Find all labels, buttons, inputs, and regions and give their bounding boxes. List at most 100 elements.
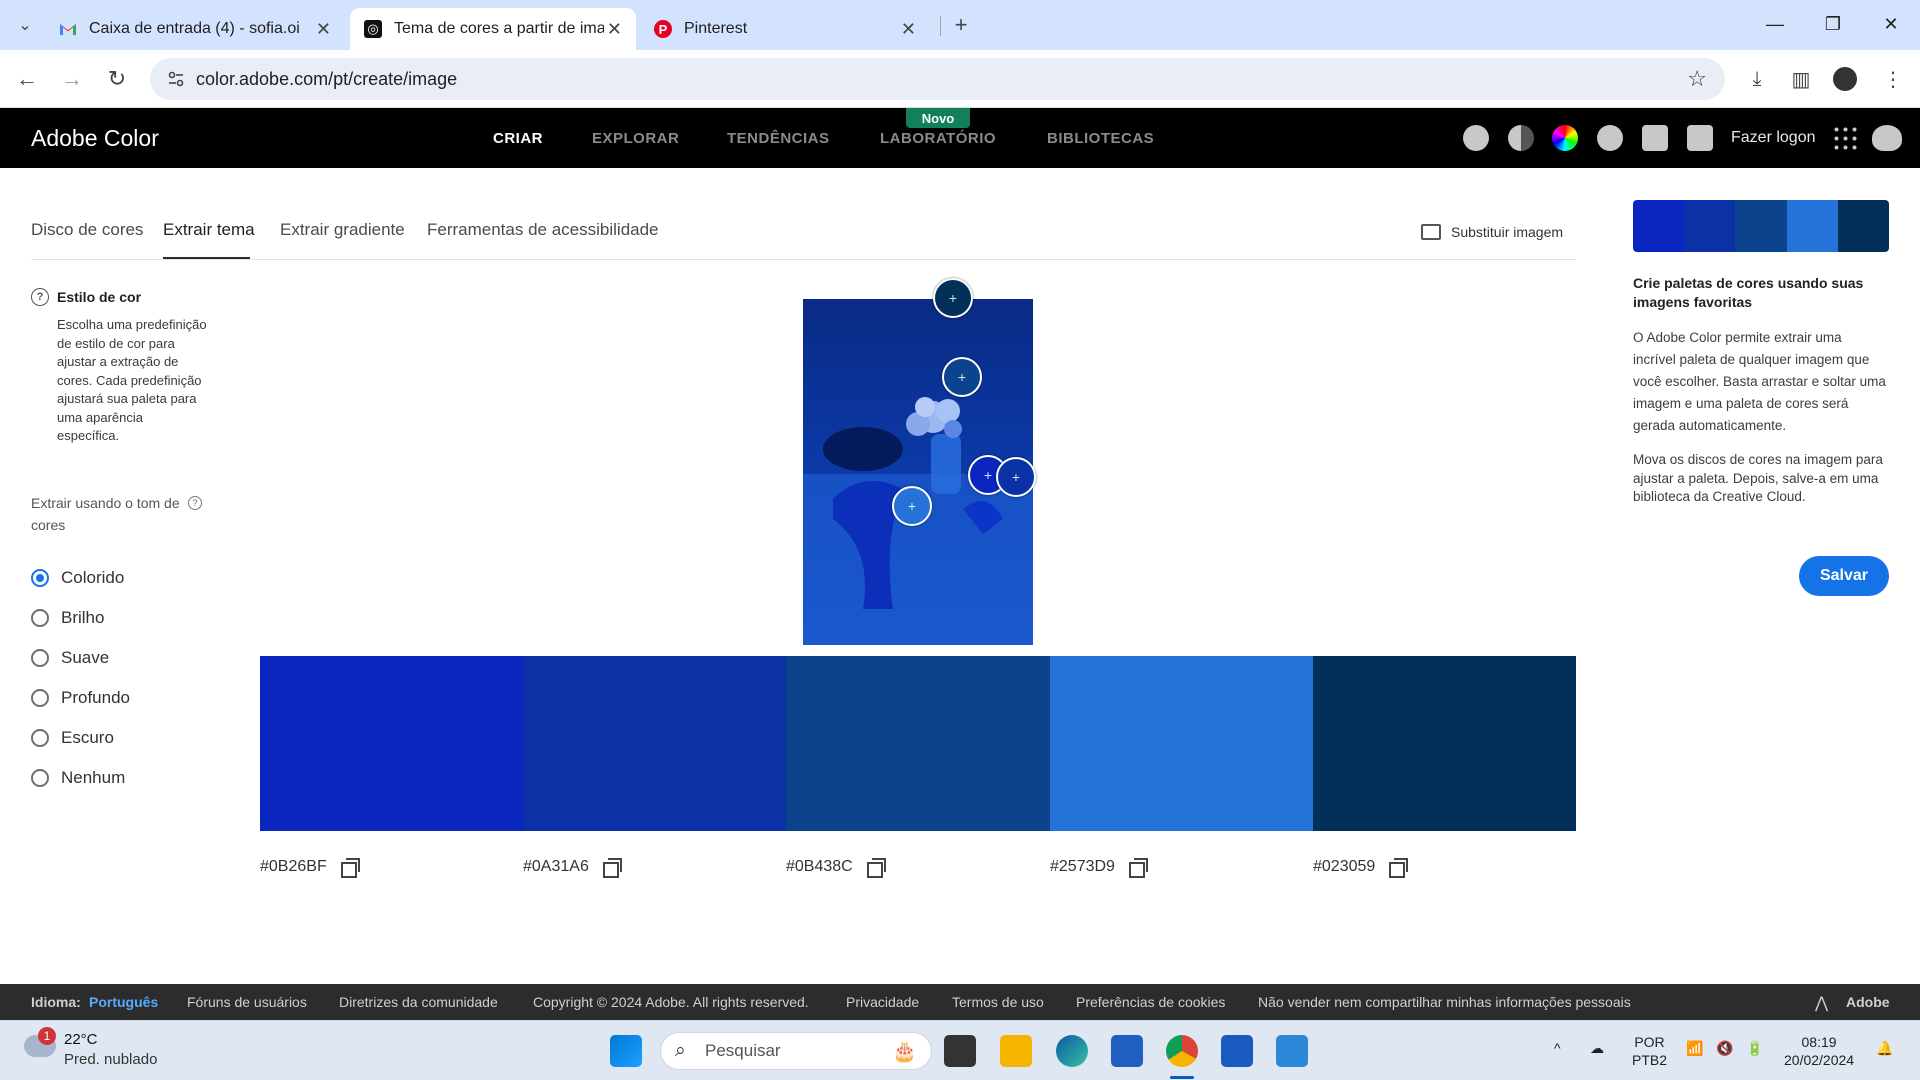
tab-extract-theme[interactable]: Extrair tema <box>163 220 255 240</box>
hex-value[interactable]: #023059 <box>1313 858 1375 876</box>
microsoft-store-icon[interactable] <box>1111 1035 1143 1067</box>
radio-icon[interactable] <box>31 689 49 707</box>
color-picker-disc[interactable]: + <box>942 357 982 397</box>
footer-link-guidelines[interactable]: Diretrizes da comunidade <box>339 994 498 1010</box>
copy-icon[interactable] <box>602 858 622 878</box>
brand-title[interactable]: Adobe Color <box>31 125 159 152</box>
taskbar-search[interactable]: ⌕ Pesquisar 🎂 <box>660 1032 932 1070</box>
wifi-icon[interactable]: 📶 <box>1686 1039 1703 1057</box>
adobe-footer-label[interactable]: Adobe <box>1846 994 1890 1010</box>
mood-option-brilho[interactable]: Brilho <box>31 598 130 638</box>
palette-swatch-5[interactable] <box>1313 656 1576 831</box>
dark-mode-toggle-icon[interactable] <box>1508 125 1534 151</box>
color-wheel-icon[interactable] <box>1552 125 1578 151</box>
footer-link-do-not-sell[interactable]: Não vender nem compartilhar minhas infor… <box>1258 994 1631 1010</box>
site-settings-icon[interactable] <box>166 69 186 89</box>
footer-link-forums[interactable]: Fóruns de usuários <box>187 994 307 1010</box>
hex-value[interactable]: #0B438C <box>786 858 853 876</box>
edge-browser-icon[interactable] <box>1056 1035 1088 1067</box>
radio-icon[interactable] <box>31 609 49 627</box>
copy-icon[interactable] <box>1389 858 1409 878</box>
show-hidden-icons-chevron-icon[interactable]: ^ <box>1554 1039 1561 1057</box>
close-tab-icon[interactable]: ✕ <box>607 19 622 40</box>
browser-menu-icon[interactable]: ⋮ <box>1878 64 1908 94</box>
nav-laboratorio[interactable]: LABORATÓRIO <box>880 130 996 147</box>
feedback-chat-icon[interactable] <box>1687 125 1713 151</box>
color-picker-disc[interactable]: + <box>892 486 932 526</box>
windows-start-icon[interactable] <box>610 1035 642 1067</box>
login-link[interactable]: Fazer logon <box>1731 129 1816 147</box>
file-explorer-icon[interactable] <box>1000 1035 1032 1067</box>
nav-bibliotecas[interactable]: BIBLIOTECAS <box>1047 130 1154 147</box>
restore-icon[interactable]: ❐ <box>1818 12 1848 36</box>
help-circle-icon[interactable]: ? <box>188 496 202 510</box>
nav-explorar[interactable]: EXPLORAR <box>592 130 679 147</box>
nav-tendencias[interactable]: TENDÊNCIAS <box>727 130 830 147</box>
tab-search-chevron-icon[interactable]: ⌄ <box>10 10 40 40</box>
mood-option-escuro[interactable]: Escuro <box>31 718 130 758</box>
onedrive-icon[interactable]: ☁ <box>1590 1039 1604 1057</box>
bookmark-star-icon[interactable]: ☆ <box>1687 66 1707 92</box>
help-icon[interactable] <box>1597 125 1623 151</box>
save-button[interactable]: Salvar <box>1799 556 1889 596</box>
url-field[interactable]: color.adobe.com/pt/create/image ☆ <box>150 58 1725 100</box>
radio-icon[interactable] <box>31 649 49 667</box>
radio-selected-icon[interactable] <box>31 569 49 587</box>
profile-avatar[interactable] <box>1830 64 1860 94</box>
language-selector[interactable]: Português <box>89 994 158 1010</box>
radio-icon[interactable] <box>31 769 49 787</box>
palette-swatch-2[interactable] <box>523 656 787 831</box>
new-tab-plus-icon[interactable]: + <box>946 10 976 40</box>
tab-accessibility-tools[interactable]: Ferramentas de acessibilidade <box>427 220 659 240</box>
tab-extract-gradient[interactable]: Extrair gradiente <box>280 220 405 240</box>
mood-option-profundo[interactable]: Profundo <box>31 678 130 718</box>
notification-bell-icon[interactable]: 🔔 <box>1876 1039 1893 1057</box>
weather-desc[interactable]: Pred. nublado <box>64 1051 157 1068</box>
mood-option-colorido[interactable]: Colorido <box>31 558 130 598</box>
close-window-icon[interactable]: ✕ <box>1876 12 1906 36</box>
hex-value[interactable]: #0A31A6 <box>523 858 589 876</box>
palette-swatch-4[interactable] <box>1050 656 1314 831</box>
battery-icon[interactable]: 🔋 <box>1746 1039 1763 1057</box>
download-icon[interactable]: ⤓ <box>1742 64 1772 94</box>
close-tab-icon[interactable]: ✕ <box>901 19 916 40</box>
tab-pinterest[interactable]: P Pinterest ✕ <box>640 8 930 50</box>
tab-gmail[interactable]: Caixa de entrada (4) - sofia.oish ✕ <box>45 8 345 50</box>
copy-icon[interactable] <box>340 858 360 878</box>
footer-link-cookies[interactable]: Preferências de cookies <box>1076 994 1225 1010</box>
palette-swatch-1[interactable] <box>260 656 524 831</box>
footer-link-terms[interactable]: Termos de uso <box>952 994 1044 1010</box>
palette-swatch-3[interactable] <box>786 656 1050 831</box>
reload-icon[interactable]: ↻ <box>102 64 132 94</box>
hex-value[interactable]: #0B26BF <box>260 858 327 876</box>
report-icon[interactable] <box>1642 125 1668 151</box>
nav-criar[interactable]: CRIAR <box>493 130 543 147</box>
color-picker-disc[interactable]: + <box>933 278 973 318</box>
copy-icon[interactable] <box>866 858 886 878</box>
replace-image-button[interactable]: Substituir imagem <box>1421 224 1563 240</box>
back-arrow-icon[interactable]: ← <box>12 64 42 94</box>
color-picker-disc[interactable]: + <box>996 457 1036 497</box>
weather-temp[interactable]: 22°C <box>64 1031 98 1048</box>
hex-value[interactable]: #2573D9 <box>1050 858 1115 876</box>
creative-cloud-icon[interactable] <box>1872 125 1902 151</box>
apps-grid-icon[interactable] <box>1832 125 1858 151</box>
mute-speaker-icon[interactable]: 🔇 <box>1716 1039 1733 1057</box>
radio-icon[interactable] <box>31 729 49 747</box>
chrome-icon[interactable] <box>1166 1035 1198 1067</box>
tab-color-wheel[interactable]: Disco de cores <box>31 220 143 240</box>
input-language[interactable]: POR PTB2 <box>1632 1033 1667 1069</box>
forward-arrow-icon[interactable]: → <box>57 64 87 94</box>
help-circle-icon[interactable]: ? <box>31 288 49 306</box>
mood-option-nenhum[interactable]: Nenhum <box>31 758 130 798</box>
copy-icon[interactable] <box>1128 858 1148 878</box>
mood-option-suave[interactable]: Suave <box>31 638 130 678</box>
side-panel-icon[interactable]: ▥ <box>1786 64 1816 94</box>
tab-adobe-color[interactable]: ◎ Tema de cores a partir de imag ✕ <box>350 8 636 50</box>
clock[interactable]: 08:19 20/02/2024 <box>1784 1033 1854 1069</box>
task-view-icon[interactable] <box>944 1035 976 1067</box>
word-icon[interactable] <box>1221 1035 1253 1067</box>
minimize-icon[interactable]: — <box>1760 12 1790 36</box>
favorites-star-icon[interactable] <box>1463 125 1489 151</box>
photos-app-icon[interactable] <box>1276 1035 1308 1067</box>
